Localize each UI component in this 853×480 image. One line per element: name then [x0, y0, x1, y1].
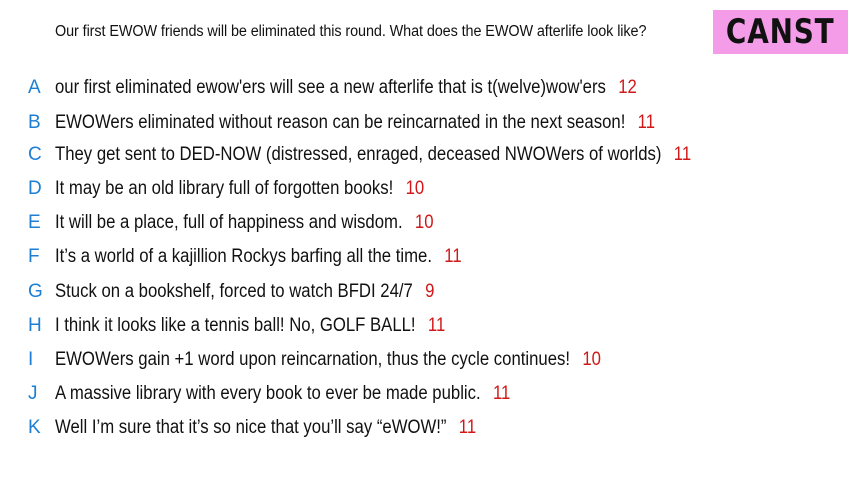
- answer-text: A massive library with every book to eve…: [55, 383, 481, 404]
- answer-text-wrap: EWOWers eliminated without reason can be…: [55, 109, 655, 137]
- answer-letter: F: [28, 246, 40, 267]
- answer-text: Well I’m sure that it’s so nice that you…: [55, 417, 447, 438]
- answer-text-wrap: Stuck on a bookshelf, forced to watch BF…: [55, 278, 434, 306]
- answer-letter: I: [28, 349, 34, 370]
- answer-letter: H: [28, 315, 42, 336]
- answer-text: our first eliminated ewow'ers will see a…: [55, 77, 606, 98]
- answer-text: EWOWers gain +1 word upon reincarnation,…: [55, 349, 571, 370]
- answer-text-wrap: our first eliminated ewow'ers will see a…: [55, 74, 637, 102]
- answer-score: 11: [458, 417, 477, 438]
- answer-text: Stuck on a bookshelf, forced to watch BF…: [55, 281, 413, 302]
- answer-text: EWOWers eliminated without reason can be…: [55, 112, 626, 133]
- answer-score: 12: [618, 77, 637, 98]
- answer-text: They get sent to DED-NOW (distressed, en…: [55, 144, 662, 165]
- answer-letter: G: [28, 281, 43, 302]
- answer-letter: D: [28, 178, 42, 199]
- answer-text-wrap: I think it looks like a tennis ball! No,…: [55, 312, 445, 340]
- answer-score: 11: [492, 383, 511, 404]
- answer-score: 11: [444, 246, 462, 267]
- answer-letter: C: [28, 144, 42, 165]
- answer-score: 10: [582, 349, 601, 370]
- answer-text: It will be a place, full of happiness an…: [55, 212, 403, 233]
- answer-text: It’s a world of a kajillion Rockys barfi…: [55, 246, 432, 267]
- answer-text-wrap: They get sent to DED-NOW (distressed, en…: [55, 141, 691, 169]
- answer-letter: J: [28, 383, 38, 404]
- answer-score: 10: [405, 178, 425, 199]
- answer-list: A our first eliminated ewow'ers will see…: [0, 0, 853, 480]
- answer-score: 10: [414, 212, 434, 233]
- answer-score: 9: [425, 281, 435, 302]
- answer-text-wrap: A massive library with every book to eve…: [55, 380, 510, 408]
- answer-text-wrap: EWOWers gain +1 word upon reincarnation,…: [55, 346, 601, 374]
- answer-text-wrap: It will be a place, full of happiness an…: [55, 209, 434, 237]
- answer-text-wrap: It’s a world of a kajillion Rockys barfi…: [55, 243, 462, 271]
- answer-letter: K: [28, 417, 41, 438]
- answer-letter: A: [28, 77, 41, 98]
- answer-score: 11: [637, 112, 656, 133]
- answer-text: It may be an old library full of forgott…: [55, 178, 394, 199]
- answer-text-wrap: Well I’m sure that it’s so nice that you…: [55, 414, 476, 442]
- answer-letter: B: [28, 112, 41, 133]
- answer-text-wrap: It may be an old library full of forgott…: [55, 175, 424, 203]
- answer-score: 11: [673, 144, 692, 165]
- answer-score: 11: [427, 315, 446, 336]
- answer-letter: E: [28, 212, 41, 233]
- answer-text: I think it looks like a tennis ball! No,…: [55, 315, 416, 336]
